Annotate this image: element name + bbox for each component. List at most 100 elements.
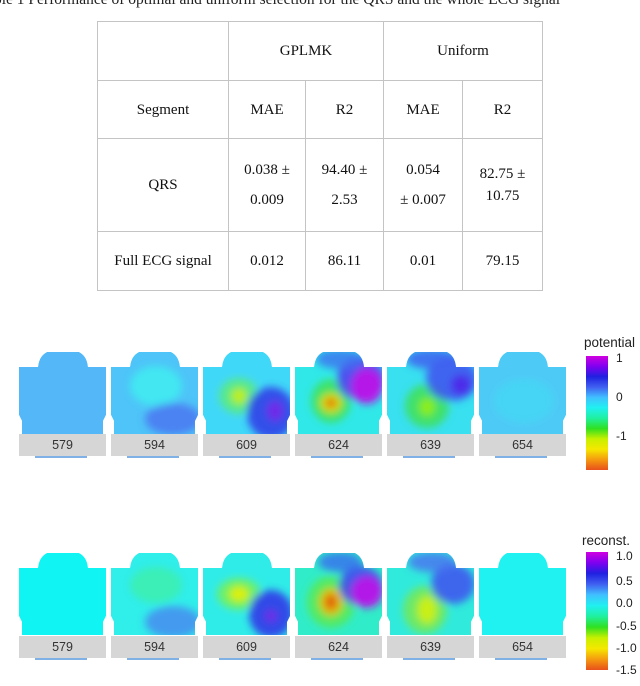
frame-label: 579	[19, 636, 106, 658]
torso-bottom-edge	[219, 456, 271, 458]
torso-heatmap	[111, 553, 198, 635]
potential-region	[130, 366, 182, 406]
torso-silhouette	[19, 352, 106, 434]
row-label-qrs: QRS	[97, 138, 229, 232]
torso-bottom-edge	[495, 456, 547, 458]
column-header-uniform-mae: MAE	[383, 80, 463, 139]
torso-map-panel: 579	[19, 552, 106, 660]
torso-map-panel: 609	[203, 351, 290, 458]
potential-region	[451, 375, 471, 395]
torso-bottom-edge	[311, 456, 363, 458]
torso-heatmap	[295, 553, 382, 635]
torso-map-panel: 594	[111, 552, 198, 660]
cell-full-gplmk-mae: 0.012	[228, 231, 306, 291]
cell-qrs-gplmk-r2: 94.40 ± 2.53	[305, 138, 384, 232]
torso-heatmap	[19, 553, 106, 635]
potential-region	[267, 401, 283, 421]
frame-label: 654	[479, 636, 566, 658]
torso-map-panel: 624	[295, 552, 382, 660]
torso-heatmap	[387, 352, 474, 434]
frame-label: 624	[295, 434, 382, 456]
column-header-gplmk-mae: MAE	[228, 80, 306, 139]
cell-line: 0.009	[250, 192, 284, 208]
torso-bottom-edge	[35, 658, 87, 660]
column-header-segment: Segment	[97, 80, 229, 139]
cell-full-gplmk-r2: 86.11	[305, 231, 384, 291]
torso-map-panel: 654	[479, 552, 566, 660]
torso-map-panel: 654	[479, 351, 566, 458]
cell-qrs-gplmk-mae: 0.038 ± 0.009	[228, 138, 306, 232]
torso-heatmap	[19, 352, 106, 434]
table-caption: ble 1 Performance of optimal and uniform…	[0, 0, 640, 9]
frame-label: 639	[387, 434, 474, 456]
potential-region	[417, 596, 437, 624]
torso-bottom-edge	[35, 456, 87, 458]
table-group-header-row: GPLMK Uniform	[97, 21, 543, 81]
legend-title: potential	[584, 335, 636, 350]
torso-heatmap	[111, 352, 198, 434]
cell-qrs-uniform-r2: 82.75 ± 10.75	[462, 138, 543, 232]
torso-bottom-edge	[127, 658, 179, 660]
cell-line: 10.75	[485, 188, 520, 204]
legend-tick: 0	[616, 390, 623, 404]
potential-region	[325, 594, 337, 610]
frame-label: 609	[203, 636, 290, 658]
torso-bottom-edge	[403, 658, 455, 660]
potential-region	[408, 553, 456, 572]
torso-silhouette	[479, 553, 566, 635]
table-column-header-row: Segment MAE R2 MAE R2	[97, 80, 543, 139]
potential-region	[318, 553, 362, 572]
group-header-uniform: Uniform	[383, 21, 543, 81]
frame-label: 594	[111, 636, 198, 658]
column-header-uniform-r2: R2	[462, 80, 543, 139]
colorbar	[586, 356, 608, 470]
torso-map-panel: 639	[387, 351, 474, 458]
legend-tick: -0.5	[616, 619, 637, 633]
torso-heatmap	[387, 553, 474, 635]
colorbar	[586, 552, 608, 670]
column-header-gplmk-r2: R2	[305, 80, 384, 139]
torso-silhouette	[19, 553, 106, 635]
torso-bottom-edge	[403, 456, 455, 458]
frame-label: 624	[295, 636, 382, 658]
legend-tick: 1.0	[616, 549, 633, 563]
legend-tick: -1	[616, 429, 627, 443]
torso-bottom-edge	[311, 658, 363, 660]
cell-line: 2.53	[331, 192, 358, 208]
torso-heatmap	[203, 352, 290, 434]
legend-tick: -1.5	[616, 663, 637, 677]
torso-heatmap	[295, 352, 382, 434]
potential-region	[130, 567, 182, 603]
cell-line: 0.054	[406, 162, 440, 178]
potential-region	[351, 368, 382, 404]
cell-line: 94.40 ±	[321, 162, 368, 178]
torso-heatmap	[479, 553, 566, 635]
potential-region	[419, 398, 435, 416]
torso-map-panel: 639	[387, 552, 474, 660]
potential-region	[265, 610, 277, 622]
torso-heatmap	[203, 553, 290, 635]
potential-region	[326, 399, 336, 407]
cell-qrs-uniform-mae: 0.054 ± 0.007	[383, 138, 463, 232]
group-header-gplmk: GPLMK	[228, 21, 384, 81]
cell-full-uniform-r2: 79.15	[462, 231, 543, 291]
table-corner-cell	[97, 21, 229, 81]
table-row-full-ecg: Full ECG signal 0.012 86.11 0.01 79.15	[97, 231, 543, 291]
table-row-qrs: QRS 0.038 ± 0.009 94.40 ± 2.53 0.054 ± 0.00…	[97, 138, 543, 232]
legend-tick: -1.0	[616, 641, 637, 655]
frame-label: 594	[111, 434, 198, 456]
torso-bottom-edge	[127, 456, 179, 458]
torso-map-panel: 594	[111, 351, 198, 458]
frame-label: 654	[479, 434, 566, 456]
cell-line: 0.038 ±	[244, 162, 290, 178]
torso-map-panel: 609	[203, 552, 290, 660]
potential-region	[229, 586, 249, 602]
row-label-full-ecg: Full ECG signal	[97, 231, 229, 291]
frame-label: 579	[19, 434, 106, 456]
torso-map-panel: 624	[295, 351, 382, 458]
cell-full-uniform-mae: 0.01	[383, 231, 463, 291]
cell-line: ± 0.007	[400, 192, 446, 208]
legend-tick: 0.0	[616, 596, 633, 610]
legend-tick: 1	[616, 351, 623, 365]
frame-label: 639	[387, 636, 474, 658]
